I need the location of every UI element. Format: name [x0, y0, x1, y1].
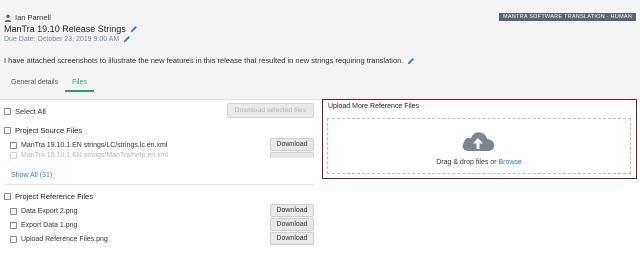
- file-name: ManTra 19.10.1 EN strings/ManTra/help.en…: [21, 152, 168, 159]
- task-header: Ian Parnell MANTRA SOFTWARE TRANSLATION …: [0, 0, 640, 100]
- reference-files-checkbox[interactable]: [4, 193, 11, 200]
- source-files-header: Project Source Files: [4, 126, 82, 135]
- file-row: ManTra 19.10.1 EN strings/ManTra/help.en…: [10, 152, 314, 160]
- task-title-row: ManTra 19.10 Release Strings: [4, 24, 138, 34]
- drop-text: Drag & drop files or: [436, 159, 499, 166]
- select-all-label: Select All: [15, 106, 46, 116]
- download-button[interactable]: Download: [270, 232, 314, 245]
- drop-instructions: Drag & drop files or Browse: [328, 159, 630, 166]
- tab-general-details[interactable]: General details: [4, 76, 65, 92]
- tab-files[interactable]: Files: [65, 76, 94, 92]
- file-row: Upload Reference Files.png Download: [10, 232, 314, 246]
- description-row: I have attached screenshots to illustrat…: [4, 56, 415, 65]
- file-name: Data Export 2.png: [21, 207, 78, 215]
- download-button[interactable]: Download: [270, 204, 314, 217]
- cloud-upload-icon: [462, 132, 495, 151]
- browse-link[interactable]: Browse: [498, 159, 521, 166]
- file-checkbox[interactable]: [10, 221, 17, 229]
- download-button[interactable]: Download: [270, 138, 314, 151]
- file-checkbox[interactable]: [10, 152, 17, 159]
- tab-bar: General details Files: [4, 76, 94, 92]
- upload-title: Upload More Reference Files: [328, 103, 420, 110]
- user-icon: [4, 14, 12, 22]
- file-checkbox[interactable]: [10, 235, 17, 243]
- download-button[interactable]: Download: [270, 218, 314, 231]
- download-button[interactable]: [270, 152, 314, 158]
- file-checkbox[interactable]: [10, 207, 17, 215]
- reference-files-title: Project Reference Files: [15, 192, 93, 201]
- task-description: I have attached screenshots to illustrat…: [4, 56, 404, 65]
- source-files-title: Project Source Files: [15, 126, 83, 135]
- source-files-checkbox[interactable]: [4, 127, 11, 134]
- file-row: Data Export 2.png Download: [10, 204, 314, 218]
- dropzone[interactable]: Drag & drop files or Browse: [327, 118, 631, 174]
- edit-due-date-icon[interactable]: [123, 35, 131, 43]
- file-name: Upload Reference Files.png: [21, 235, 108, 243]
- download-selected-button[interactable]: Download selected files: [227, 103, 314, 118]
- due-date-row: Due Date: October 23, 2019 9:00 AM: [4, 35, 131, 43]
- due-date: Due Date: October 23, 2019 9:00 AM: [4, 35, 120, 43]
- section-divider: [4, 184, 314, 185]
- assignee: Ian Parnell: [4, 13, 51, 22]
- reference-files-header: Project Reference Files: [4, 192, 93, 201]
- project-badge: MANTRA SOFTWARE TRANSLATION - HUMAN: [498, 13, 636, 21]
- upload-panel: Upload More Reference Files Drag & drop …: [322, 99, 637, 179]
- assignee-name: Ian Parnell: [15, 13, 51, 22]
- task-title: ManTra 19.10 Release Strings: [4, 24, 126, 34]
- show-all-link[interactable]: Show All (31): [11, 172, 52, 179]
- select-all-checkbox[interactable]: [4, 107, 11, 115]
- select-all-row: Select All Download selected files: [4, 103, 314, 119]
- file-row: ManTra 19.10.1 EN strings/LC/strings.lc.…: [10, 138, 314, 152]
- file-checkbox[interactable]: [10, 141, 17, 149]
- file-name: Export Data 1.png: [21, 221, 78, 229]
- edit-title-icon[interactable]: [130, 25, 138, 33]
- file-name: ManTra 19.10.1 EN strings/LC/strings.lc.…: [21, 141, 168, 149]
- file-row: Export Data 1.png Download: [10, 218, 314, 232]
- edit-description-icon[interactable]: [407, 57, 415, 65]
